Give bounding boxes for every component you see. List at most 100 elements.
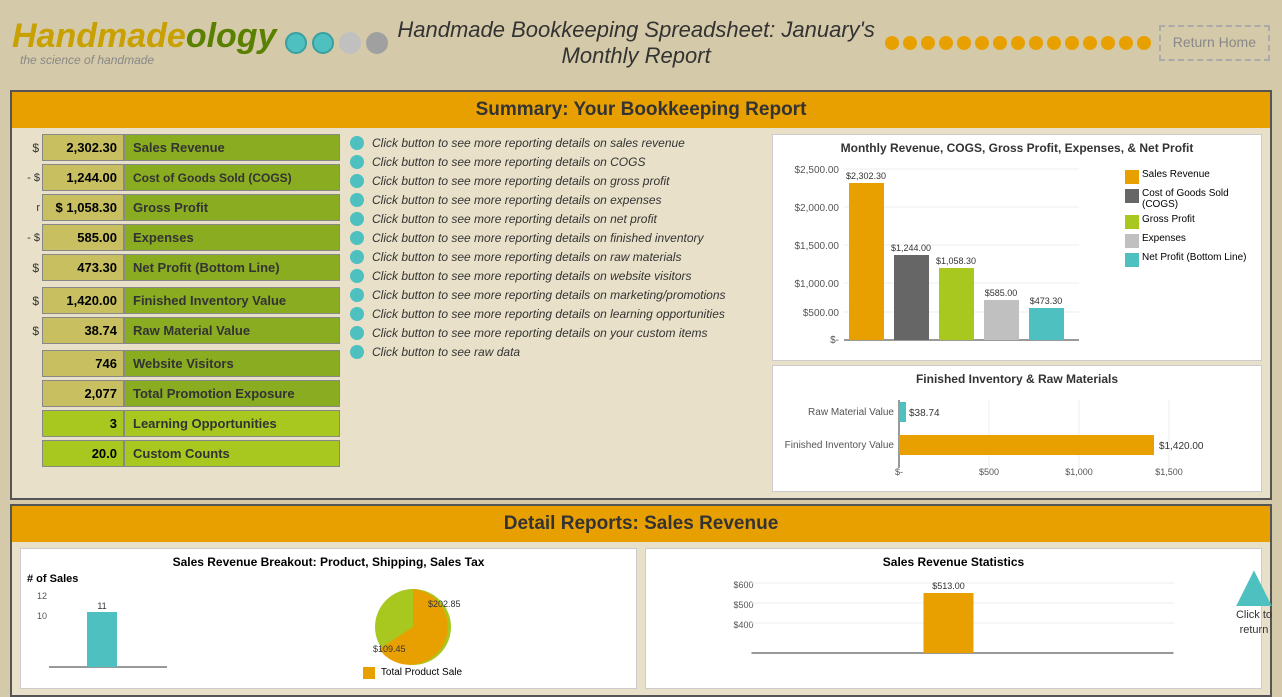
expenses-label[interactable]: Expenses [124, 224, 340, 251]
click-item-4[interactable]: Click button to see more reporting detai… [350, 193, 766, 207]
cogs-prefix: - $ [20, 172, 42, 184]
custom-value: 20.0 [42, 440, 124, 467]
raw-material-value: 38.74 [42, 317, 124, 344]
click-item-7[interactable]: Click button to see more reporting detai… [350, 250, 766, 264]
svg-text:$1,420.00: $1,420.00 [1159, 441, 1204, 452]
svg-text:$513.00: $513.00 [932, 581, 965, 591]
click-dot-11[interactable] [350, 326, 364, 340]
dot-gray-2 [366, 32, 388, 54]
click-dot-4[interactable] [350, 193, 364, 207]
expenses-prefix: - $ [20, 232, 42, 244]
click-dot-2[interactable] [350, 155, 364, 169]
svg-text:$473.30: $473.30 [1030, 296, 1063, 306]
chart1-legend: Sales Revenue Cost of Goods Sold (COGS) … [1125, 159, 1255, 354]
net-profit-prefix: $ [20, 261, 42, 275]
dot-o8 [1011, 36, 1025, 50]
click-dot-6[interactable] [350, 231, 364, 245]
custom-counts-row: 20.0 Custom Counts [20, 440, 340, 467]
click-item-8[interactable]: Click button to see more reporting detai… [350, 269, 766, 283]
summary-header: Summary: Your Bookkeeping Report [12, 92, 1270, 128]
click-dot-7[interactable] [350, 250, 364, 264]
dot-o9 [1029, 36, 1043, 50]
click-text-5: Click button to see more reporting detai… [372, 212, 657, 226]
svg-text:$202.85: $202.85 [428, 599, 461, 609]
click-item-12[interactable]: Click button to see raw data [350, 345, 766, 359]
gross-profit-label[interactable]: Gross Profit [124, 194, 340, 221]
chart1-container: Monthly Revenue, COGS, Gross Profit, Exp… [772, 134, 1262, 361]
click-dot-12[interactable] [350, 345, 364, 359]
click-return-text[interactable]: Click toreturn [1236, 608, 1272, 637]
click-item-1[interactable]: Click button to see more reporting detai… [350, 136, 766, 150]
cogs-row: - $ 1,244.00 Cost of Goods Sold (COGS) [20, 164, 340, 191]
return-click-area[interactable]: Click toreturn [1236, 570, 1272, 637]
detail-chart2-title: Sales Revenue Statistics [652, 555, 1255, 569]
visitors-label[interactable]: Website Visitors [124, 350, 340, 377]
click-dot-1[interactable] [350, 136, 364, 150]
chart2-title: Finished Inventory & Raw Materials [779, 372, 1255, 386]
net-profit-row: $ 473.30 Net Profit (Bottom Line) [20, 254, 340, 281]
gross-profit-value: $ 1,058.30 [42, 194, 124, 221]
custom-label[interactable]: Custom Counts [124, 440, 340, 467]
dot-teal-1 [285, 32, 307, 54]
sales-revenue-label[interactable]: Sales Revenue [124, 134, 340, 161]
detail-chart1-title: Sales Revenue Breakout: Product, Shippin… [27, 555, 630, 569]
svg-text:$500.00: $500.00 [803, 308, 840, 319]
svg-text:10: 10 [37, 611, 47, 621]
dot-o11 [1065, 36, 1079, 50]
sales-revenue-prefix: $ [20, 141, 42, 155]
click-text-6: Click button to see more reporting detai… [372, 231, 704, 245]
dot-o13 [1101, 36, 1115, 50]
finished-inv-label[interactable]: Finished Inventory Value [124, 287, 340, 314]
click-dot-10[interactable] [350, 307, 364, 321]
finished-inventory-row: $ 1,420.00 Finished Inventory Value [20, 287, 340, 314]
click-item-6[interactable]: Click button to see more reporting detai… [350, 231, 766, 245]
cogs-value: 1,244.00 [42, 164, 124, 191]
promotion-row: 2,077 Total Promotion Exposure [20, 380, 340, 407]
cogs-label[interactable]: Cost of Goods Sold (COGS) [124, 164, 340, 191]
detail-chart1: Sales Revenue Breakout: Product, Shippin… [20, 548, 637, 689]
click-text-9: Click button to see more reporting detai… [372, 288, 726, 302]
click-item-9[interactable]: Click button to see more reporting detai… [350, 288, 766, 302]
finished-inv-value: 1,420.00 [42, 287, 124, 314]
svg-text:$2,500.00: $2,500.00 [795, 165, 840, 176]
return-home-button[interactable]: Return Home [1159, 25, 1270, 61]
pie-chart-area: $202.85 $109.45 Total Product Sale [195, 577, 630, 679]
svg-text:$2,302.30: $2,302.30 [846, 171, 886, 181]
dot-gray-1 [339, 32, 361, 54]
dot-o2 [903, 36, 917, 50]
logo-text: Handmadeology [12, 19, 277, 53]
legend-product: Total Product Sale [381, 667, 462, 678]
svg-text:$1,500.00: $1,500.00 [795, 241, 840, 252]
click-item-10[interactable]: Click button to see more reporting detai… [350, 307, 766, 321]
promo-label[interactable]: Total Promotion Exposure [124, 380, 340, 407]
svg-text:$38.74: $38.74 [909, 408, 940, 419]
dot-o15 [1137, 36, 1151, 50]
click-item-11[interactable]: Click button to see more reporting detai… [350, 326, 766, 340]
svg-text:Raw Material Value: Raw Material Value [808, 407, 894, 418]
click-dot-5[interactable] [350, 212, 364, 226]
learning-label[interactable]: Learning Opportunities [124, 410, 340, 437]
net-profit-value: 473.30 [42, 254, 124, 281]
dot-o10 [1047, 36, 1061, 50]
logo-handmade: Handmade [12, 17, 186, 55]
learning-value: 3 [42, 410, 124, 437]
svg-text:$500: $500 [979, 467, 999, 477]
click-text-7: Click button to see more reporting detai… [372, 250, 681, 264]
website-visitors-row: 746 Website Visitors [20, 350, 340, 377]
svg-text:11: 11 [97, 601, 106, 611]
click-dot-3[interactable] [350, 174, 364, 188]
logo-sub: the science of handmade [20, 53, 277, 67]
return-arrow-icon[interactable] [1236, 570, 1272, 606]
click-item-5[interactable]: Click button to see more reporting detai… [350, 212, 766, 226]
click-item-3[interactable]: Click button to see more reporting detai… [350, 174, 766, 188]
click-dot-9[interactable] [350, 288, 364, 302]
click-dot-8[interactable] [350, 269, 364, 283]
visitors-value: 746 [42, 350, 124, 377]
gross-profit-prefix: r [20, 202, 42, 214]
expenses-row: - $ 585.00 Expenses [20, 224, 340, 251]
net-profit-label[interactable]: Net Profit (Bottom Line) [124, 254, 340, 281]
expenses-value: 585.00 [42, 224, 124, 251]
raw-material-label[interactable]: Raw Material Value [124, 317, 340, 344]
dot-o4 [939, 36, 953, 50]
click-item-2[interactable]: Click button to see more reporting detai… [350, 155, 766, 169]
